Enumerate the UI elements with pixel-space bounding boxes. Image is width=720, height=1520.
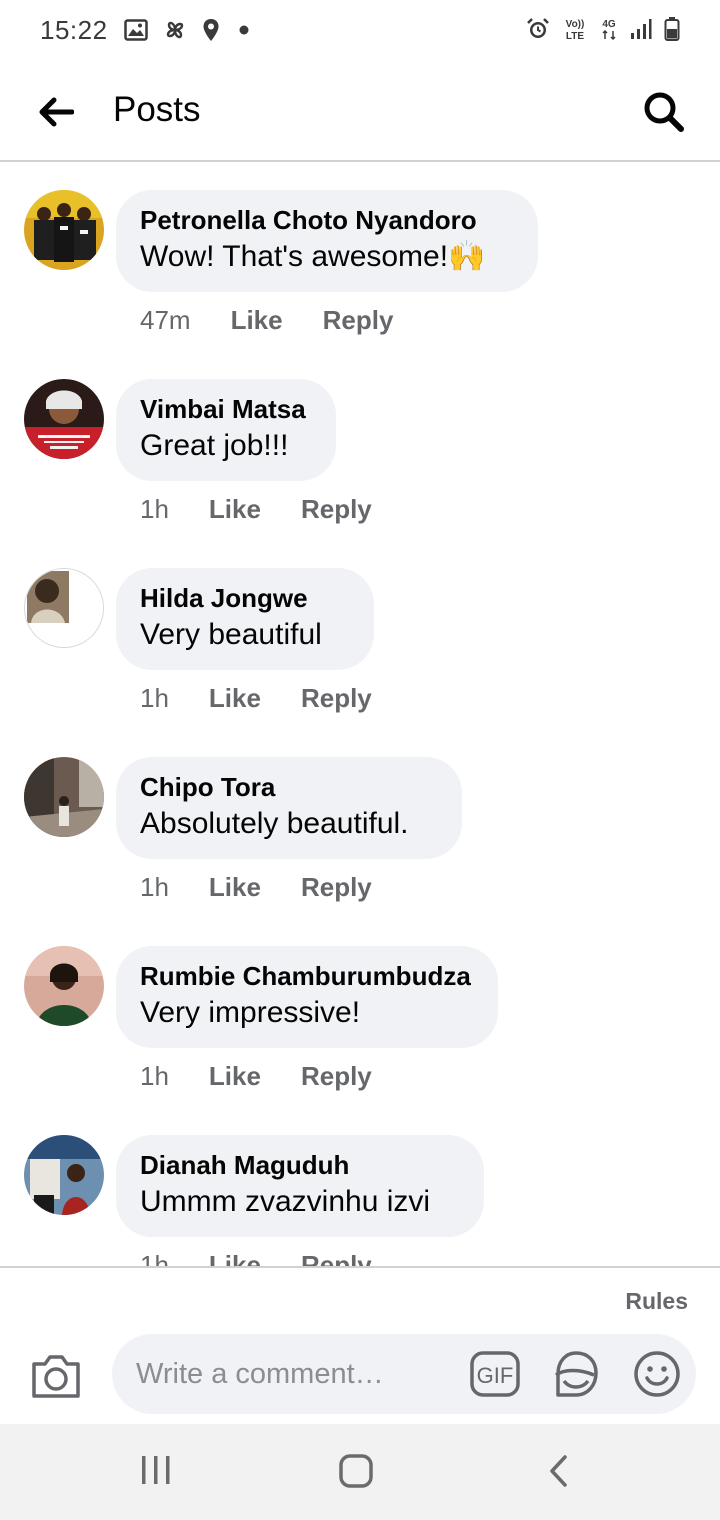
gallery-icon	[123, 19, 148, 41]
camera-button[interactable]	[30, 1352, 82, 1400]
battery-icon	[664, 17, 680, 41]
chevron-left-icon	[550, 1455, 567, 1487]
status-time: 15:22	[40, 14, 108, 45]
comment-time: 1h	[140, 494, 169, 524]
avatar[interactable]	[24, 946, 104, 1026]
comment-item: Dianah Maguduh Ummm zvazvinhu izvi 1h Li…	[0, 1109, 720, 1266]
comment-text: Very beautiful	[140, 618, 322, 651]
comment-item: Chipo Tora Absolutely beautiful. 1h Like…	[0, 731, 720, 920]
emoji-button[interactable]	[632, 1349, 682, 1399]
comment-actions: 1h Like Reply	[140, 494, 372, 525]
camera-icon	[32, 1355, 80, 1398]
rules-link[interactable]: Rules	[625, 1288, 688, 1315]
comment-bubble[interactable]: Vimbai Matsa Great job!!!	[116, 379, 336, 481]
comment-time: 1h	[140, 872, 169, 902]
comment-bubble[interactable]: Hilda Jongwe Very beautiful	[116, 568, 374, 670]
reply-button[interactable]: Reply	[301, 494, 372, 525]
svg-text:LTE: LTE	[566, 31, 584, 42]
signal-icon	[630, 18, 652, 40]
home-button[interactable]	[338, 1454, 374, 1488]
comment-author[interactable]: Rumbie Chamburumbudza	[140, 961, 474, 991]
back-button[interactable]	[34, 90, 78, 134]
avatar[interactable]	[24, 379, 104, 459]
sticker-icon	[554, 1351, 598, 1397]
comment-item: Hilda Jongwe Very beautiful 1h Like Repl…	[0, 542, 720, 731]
system-nav-bar	[0, 1424, 720, 1520]
back-nav-button[interactable]	[544, 1454, 574, 1488]
search-button[interactable]	[640, 88, 688, 136]
like-button[interactable]: Like	[209, 494, 261, 525]
gif-icon: GIF	[470, 1351, 520, 1397]
emoji-icon	[634, 1351, 680, 1397]
sticker-button[interactable]	[550, 1349, 600, 1399]
avatar[interactable]	[24, 1135, 104, 1215]
arrow-left-icon	[39, 97, 74, 127]
comment-text: Great job!!!	[140, 429, 289, 462]
reply-button[interactable]: Reply	[301, 872, 372, 903]
reply-button[interactable]: Reply	[323, 305, 394, 336]
comment-author[interactable]: Hilda Jongwe	[140, 583, 350, 613]
search-icon	[644, 92, 684, 132]
like-button[interactable]: Like	[209, 872, 261, 903]
like-button[interactable]: Like	[209, 683, 261, 714]
comment-bubble[interactable]: Rumbie Chamburumbudza Very impressive!	[116, 946, 498, 1048]
comment-item: Rumbie Chamburumbudza Very impressive! 1…	[0, 920, 720, 1109]
comment-actions: 1h Like Reply	[140, 683, 372, 714]
comment-time: 1h	[140, 1250, 169, 1266]
comment-input-box: GIF	[112, 1334, 696, 1414]
recent-apps-button[interactable]	[138, 1454, 174, 1486]
comment-item: Petronella Choto Nyandoro Wow! That's aw…	[0, 164, 720, 353]
comment-author[interactable]: Vimbai Matsa	[140, 394, 312, 424]
comment-author[interactable]: Dianah Maguduh	[140, 1150, 460, 1180]
comment-time: 1h	[140, 683, 169, 713]
pinwheel-icon	[162, 17, 188, 43]
like-button[interactable]: Like	[209, 1250, 261, 1266]
4g-icon: 4G	[600, 16, 618, 42]
comment-actions: 1h Like Reply	[140, 872, 372, 903]
reply-button[interactable]: Reply	[301, 1250, 372, 1266]
recent-apps-icon	[142, 1456, 170, 1484]
like-button[interactable]: Like	[209, 1061, 261, 1092]
comment-text: Wow! That's awesome!🙌	[140, 240, 486, 273]
comment-bubble[interactable]: Chipo Tora Absolutely beautiful.	[116, 757, 462, 859]
gif-label: GIF	[477, 1363, 514, 1388]
app-header: Posts	[0, 60, 720, 162]
comment-bubble[interactable]: Petronella Choto Nyandoro Wow! That's aw…	[116, 190, 538, 292]
dot-icon	[234, 20, 254, 40]
comment-input[interactable]	[136, 1334, 466, 1414]
reply-button[interactable]: Reply	[301, 1061, 372, 1092]
avatar[interactable]	[24, 757, 104, 837]
comment-actions: 1h Like Reply	[140, 1061, 372, 1092]
svg-text:Vo)): Vo))	[566, 19, 585, 30]
like-button[interactable]: Like	[231, 305, 283, 336]
comments-list: Petronella Choto Nyandoro Wow! That's aw…	[0, 164, 720, 1266]
avatar[interactable]	[24, 568, 104, 648]
comment-bubble[interactable]: Dianah Maguduh Ummm zvazvinhu izvi	[116, 1135, 484, 1237]
page-title: Posts	[113, 90, 201, 129]
comment-actions: 1h Like Reply	[140, 1250, 372, 1266]
comment-composer: Rules GIF	[0, 1266, 720, 1424]
comment-text: Absolutely beautiful.	[140, 807, 409, 840]
status-icons-right: Vo)) LTE 4G	[526, 16, 680, 42]
reply-button[interactable]: Reply	[301, 683, 372, 714]
volte-icon: Vo)) LTE	[562, 16, 588, 42]
home-icon	[339, 1454, 373, 1488]
comment-actions: 47m Like Reply	[140, 305, 393, 336]
comment-time: 47m	[140, 305, 191, 335]
gif-button[interactable]: GIF	[470, 1350, 520, 1398]
comment-author[interactable]: Petronella Choto Nyandoro	[140, 205, 514, 235]
comment-text: Very impressive!	[140, 996, 361, 1029]
comment-time: 1h	[140, 1061, 169, 1091]
comment-item: Vimbai Matsa Great job!!! 1h Like Reply	[0, 353, 720, 542]
status-bar: 15:22 Vo)) LTE 4G	[0, 0, 720, 60]
alarm-icon	[526, 17, 550, 41]
svg-text:4G: 4G	[602, 19, 616, 30]
location-icon	[202, 18, 220, 42]
status-icons-left	[123, 17, 254, 43]
avatar[interactable]	[24, 190, 104, 270]
comment-author[interactable]: Chipo Tora	[140, 772, 438, 802]
comment-text: Ummm zvazvinhu izvi	[140, 1185, 431, 1218]
